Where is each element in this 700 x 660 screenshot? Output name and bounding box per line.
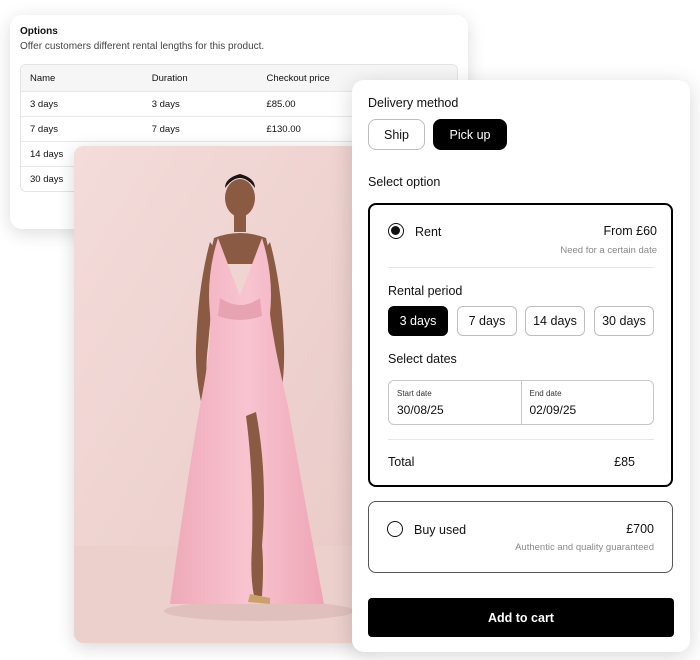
delivery-pickup-button[interactable]: Pick up: [433, 119, 507, 150]
rent-radio[interactable]: [388, 223, 404, 239]
table-cell-name: 3 days: [30, 98, 58, 110]
options-title: Options: [20, 26, 58, 37]
period-7-days-button[interactable]: 7 days: [457, 306, 517, 336]
add-to-cart-button[interactable]: Add to cart: [368, 598, 674, 637]
table-cell-duration: 3 days: [151, 98, 180, 110]
divider: [388, 267, 654, 268]
start-date-field[interactable]: Start date 30/08/25: [389, 381, 521, 424]
buy-used-option-name: Buy used: [414, 523, 467, 537]
table-cell-duration: 7 days: [151, 123, 180, 135]
start-date-value: 30/08/25: [397, 403, 444, 417]
end-date-value: 02/09/25: [529, 403, 577, 417]
divider: [388, 439, 654, 440]
buy-used-radio[interactable]: [387, 521, 403, 537]
column-header-name: Name: [30, 72, 56, 84]
period-30-days-button[interactable]: 30 days: [594, 306, 654, 336]
rent-option-subtitle: Need for a certain date: [560, 245, 657, 256]
column-header-duration: Duration: [151, 72, 188, 84]
options-description: Offer customers different rental lengths…: [20, 41, 265, 52]
rent-option-price: From £60: [603, 224, 658, 238]
dress-model-illustration: [74, 146, 374, 643]
delivery-ship-button[interactable]: Ship: [368, 119, 425, 150]
select-option-label: Select option: [368, 175, 441, 189]
start-date-label: Start date: [397, 389, 432, 398]
rental-period-label: Rental period: [388, 284, 463, 298]
total-value: £85: [614, 455, 635, 469]
select-dates-label: Select dates: [388, 352, 457, 366]
delivery-method-label: Delivery method: [368, 96, 459, 110]
rent-option-card[interactable]: Rent From £60 Need for a certain date Re…: [368, 203, 673, 487]
total-label: Total: [388, 455, 415, 469]
buy-used-option-subtitle: Authentic and quality guaranteed: [515, 542, 654, 553]
rent-option-name: Rent: [415, 225, 442, 239]
purchase-panel: Delivery method Ship Pick up Select opti…: [352, 80, 690, 652]
table-cell-name: 7 days: [30, 123, 58, 135]
period-14-days-button[interactable]: 14 days: [525, 306, 585, 336]
buy-used-option-card[interactable]: Buy used £700 Authentic and quality guar…: [368, 501, 673, 573]
end-date-field[interactable]: End date 02/09/25: [520, 381, 654, 424]
end-date-label: End date: [529, 389, 562, 398]
date-range-picker: Start date 30/08/25 End date 02/09/25: [388, 380, 654, 425]
buy-used-option-price: £700: [626, 522, 654, 536]
product-image: [74, 146, 374, 643]
period-3-days-button[interactable]: 3 days: [388, 306, 448, 336]
